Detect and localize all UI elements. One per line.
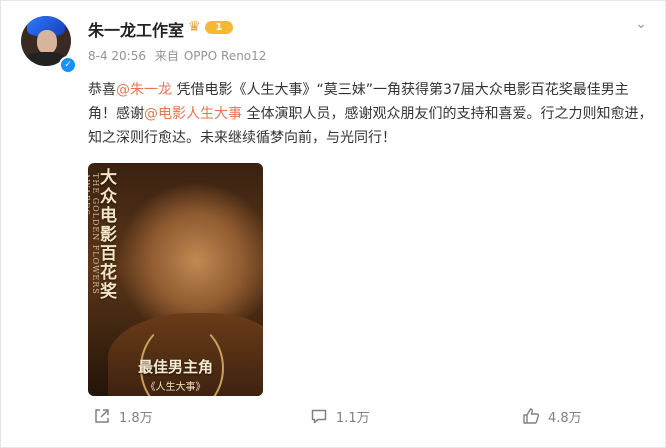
poster-film: 《人生大事》 [145, 382, 206, 393]
comment-count: 1.1万 [336, 410, 370, 426]
member-level: 1 [205, 20, 233, 34]
post-image[interactable]: 大众电影百花奖 THE GOLDEN FLOWERS AWARDS 最佳男主角 … [88, 163, 263, 396]
like-count: 4.8万 [548, 410, 582, 426]
member-badge[interactable]: ♛ 1 [188, 19, 233, 35]
comment-icon [310, 407, 328, 425]
poster-vertical-title: 大众电影百花奖 [100, 168, 117, 302]
avatar-face [37, 30, 57, 54]
username[interactable]: 朱一龙工作室 [88, 17, 184, 41]
comment-button[interactable]: 1.1万 [310, 404, 370, 428]
share-count: 1.8万 [119, 410, 153, 426]
verified-icon: ✓ [59, 56, 77, 74]
post-meta: 8-4 20:56 来自 OPPO Reno12 [88, 47, 271, 64]
crown-icon: ♛ [188, 19, 201, 35]
weibo-post-card: ✓ 朱一龙工作室 ♛ 1 8-4 20:56 来自 OPPO Reno12 ⌄ 恭… [0, 0, 666, 448]
poster-award: 最佳男主角 [137, 358, 213, 376]
share-button[interactable]: 1.8万 [93, 404, 153, 428]
post-date[interactable]: 8-4 20:56 [88, 49, 146, 63]
poster-vertical-subtitle: THE GOLDEN FLOWERS AWARDS [88, 173, 100, 295]
mention-link[interactable]: @朱一龙 [116, 82, 172, 98]
source-prefix: 来自 [154, 49, 179, 63]
content-text: 恭喜 [88, 82, 116, 98]
share-icon [93, 407, 111, 425]
post-content: 恭喜@朱一龙 凭借电影《人生大事》“莫三妹”一角获得第37届大众电影百花奖最佳男… [88, 78, 653, 150]
chevron-down-icon[interactable]: ⌄ [633, 16, 649, 32]
action-bar: 1.8万 1.1万 4.8万 [1, 404, 666, 428]
like-button[interactable]: 4.8万 [522, 404, 582, 428]
mention-link[interactable]: @电影人生大事 [144, 106, 242, 122]
like-icon [522, 407, 540, 425]
post-source: OPPO Reno12 [183, 49, 267, 63]
